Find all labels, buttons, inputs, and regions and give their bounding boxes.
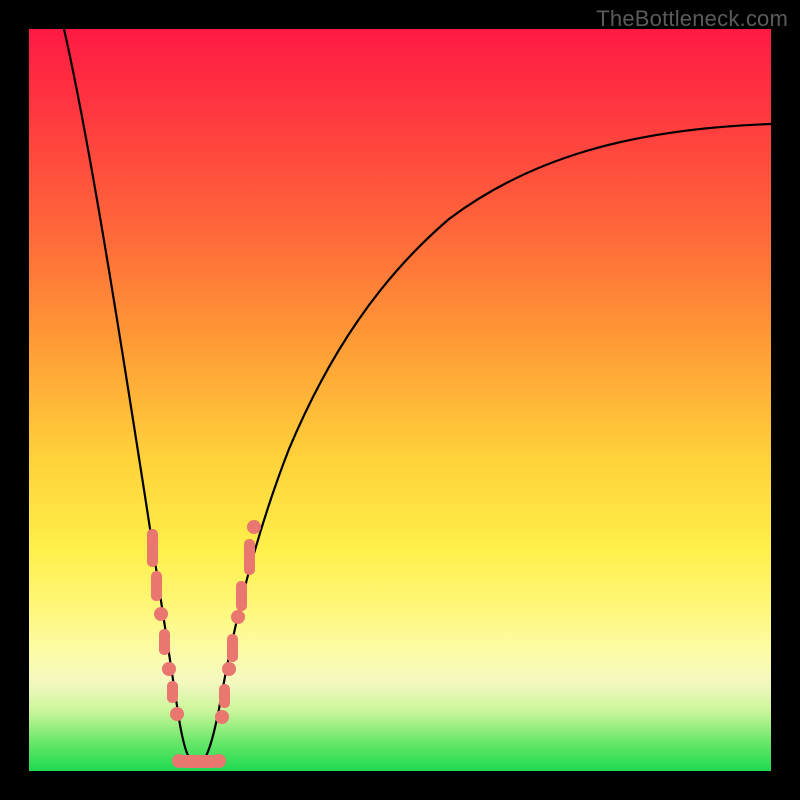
- bottom-marker-bar: [172, 754, 226, 768]
- bottleneck-curve: [64, 29, 771, 764]
- chart-svg: [29, 29, 771, 771]
- watermark-text: TheBottleneck.com: [596, 6, 788, 32]
- plot-area: [29, 29, 771, 771]
- outer-frame: TheBottleneck.com: [0, 0, 800, 800]
- right-marker-cluster: [215, 520, 261, 724]
